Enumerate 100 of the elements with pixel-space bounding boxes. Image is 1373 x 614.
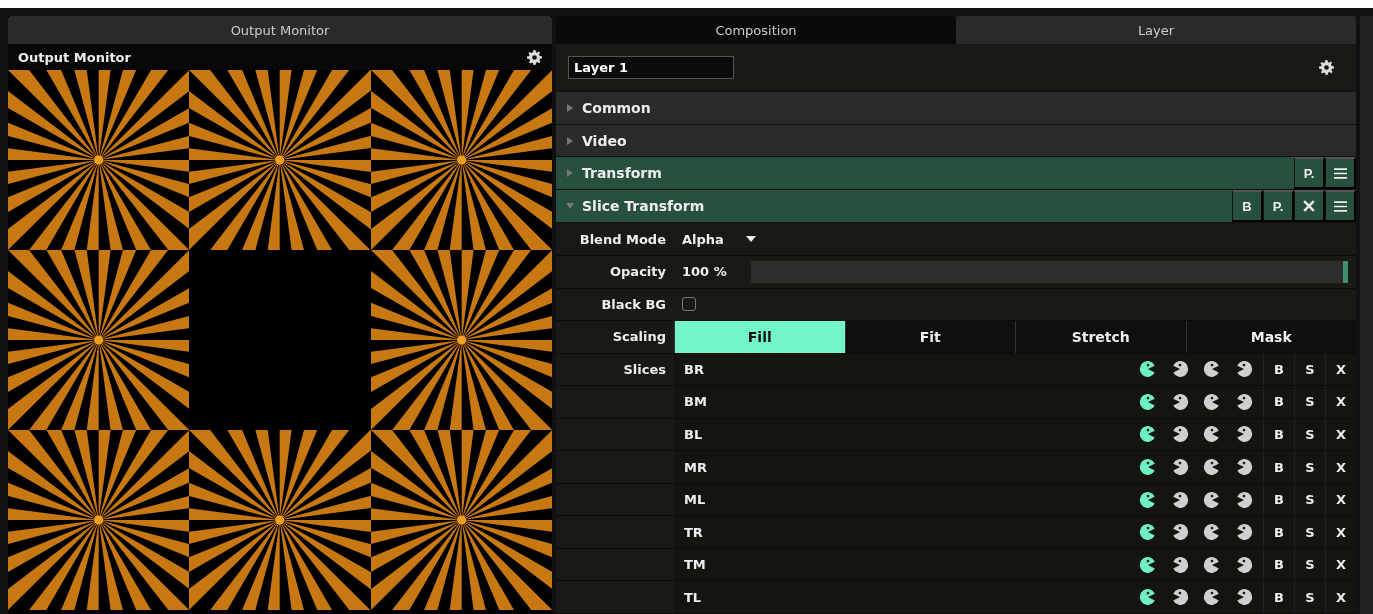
pacman-icon[interactable] [1203,392,1221,411]
pacman-icon[interactable] [1171,360,1189,379]
slice-row[interactable]: TR B S X [674,516,1356,548]
panel-tab[interactable]: Composition [556,16,956,44]
slice-row[interactable]: ML B S X [674,483,1356,516]
scaling-option[interactable]: Stretch [1015,321,1186,353]
settings-icon[interactable] [1319,60,1334,76]
pacman-icon[interactable] [1139,588,1157,607]
pacman-icon[interactable] [1235,425,1253,444]
scaling-option[interactable]: Mask [1185,321,1356,353]
slice-row[interactable]: TL B S X [674,581,1356,613]
slice-button[interactable]: X [1325,483,1356,516]
panel-tab[interactable]: Output Monitor [8,16,552,44]
pacman-icon[interactable] [1171,425,1189,444]
slice-button[interactable]: B [1263,353,1294,386]
pacman-icon[interactable] [1235,555,1253,574]
opacity-slider[interactable] [750,260,1348,283]
pacman-icon[interactable] [1139,392,1157,411]
slice-button[interactable]: X [1325,516,1356,548]
slice-button[interactable]: S [1294,516,1325,548]
slice-button[interactable]: S [1294,353,1325,386]
blend-mode-dropdown[interactable]: Alpha [674,231,756,247]
panel-tab[interactable]: Layer [956,16,1356,44]
section-title: Transform [582,165,662,182]
slice-button[interactable]: B [1263,581,1294,613]
scaling-option[interactable]: Fill [674,321,845,353]
section-title: Slice Transform [582,198,705,215]
section-header[interactable]: Common [556,92,1356,125]
menu-button[interactable] [1325,157,1356,190]
slice-button[interactable]: B [1263,516,1294,548]
slice-row[interactable]: BR B S X [674,353,1356,386]
pacman-icon[interactable] [1235,458,1253,476]
slice-button[interactable]: B [1263,418,1294,451]
slice-button[interactable]: B [1263,483,1294,516]
disclosure-triangle-icon [566,104,574,113]
scaling-option[interactable]: Fit [844,321,1015,353]
menu-button[interactable] [1325,190,1356,223]
pacman-icon[interactable] [1203,588,1221,607]
pacman-icon[interactable] [1235,392,1253,411]
section-title: Common [582,100,651,117]
slice-button[interactable]: B [1263,451,1294,483]
opacity-reading: 100 % [681,264,727,280]
pacman-icon[interactable] [1203,555,1221,574]
pacman-icon[interactable] [1203,425,1221,444]
slice-button[interactable]: B [1263,386,1294,418]
slice-button[interactable]: X [1325,353,1356,386]
pacman-icon[interactable] [1139,360,1157,379]
pacman-icon[interactable] [1171,392,1189,411]
section-title: Video [582,132,627,149]
slice-name: ML [683,492,707,508]
pacman-icon[interactable] [1235,490,1253,509]
section-header[interactable]: Video [556,124,1356,158]
pacman-icon[interactable] [1139,425,1157,444]
slice-row[interactable]: BL B S X [674,418,1356,451]
slice-button[interactable]: S [1294,548,1325,581]
slice-button[interactable]: S [1294,483,1325,516]
slice-button[interactable]: S [1294,451,1325,483]
pacman-icon[interactable] [1203,490,1221,509]
pacman-icon[interactable] [1139,458,1157,476]
layer-name-field[interactable]: Layer 1 [568,56,734,80]
pacman-icon[interactable] [1203,523,1221,542]
param-label: Slices [622,361,667,377]
pacman-icon[interactable] [1203,360,1221,379]
pacman-icon[interactable] [1139,490,1157,509]
section-button[interactable]: B [1232,190,1263,223]
pacman-icon[interactable] [1171,588,1189,607]
param-label: Scaling [611,329,667,345]
pacman-icon[interactable] [1171,523,1189,542]
slice-name: TR [683,524,704,540]
section-button[interactable]: P. [1294,157,1325,190]
pacman-icon[interactable] [1171,555,1189,574]
slice-button[interactable]: B [1263,548,1294,581]
pacman-icon[interactable] [1235,523,1253,542]
slice-row[interactable]: BM B S X [674,386,1356,418]
checkbox[interactable] [682,297,696,312]
section-header[interactable]: Slice Transform B P. [556,190,1356,224]
slice-button[interactable]: X [1325,386,1356,418]
slice-button[interactable]: X [1325,451,1356,483]
slice-button[interactable]: X [1325,548,1356,581]
slice-name: BM [683,394,708,410]
pacman-icon[interactable] [1203,458,1221,476]
pacman-icon[interactable] [1139,555,1157,574]
section-header[interactable]: Transform P. [556,157,1356,191]
disclosure-triangle-icon [566,169,574,178]
pacman-icon[interactable] [1235,360,1253,379]
section-button[interactable]: P. [1263,190,1294,223]
slice-row[interactable]: TM B S X [674,548,1356,581]
slice-button[interactable]: S [1294,418,1325,451]
close-button[interactable] [1294,190,1325,223]
pacman-icon[interactable] [1171,490,1189,509]
slice-button[interactable]: S [1294,581,1325,613]
settings-icon[interactable] [527,49,542,65]
pacman-icon[interactable] [1171,458,1189,476]
slice-button[interactable]: X [1325,581,1356,613]
pacman-icon[interactable] [1235,588,1253,607]
slice-button[interactable]: S [1294,386,1325,418]
slider-thumb[interactable] [1343,260,1348,283]
pacman-icon[interactable] [1139,523,1157,542]
slice-row[interactable]: MR B S X [674,451,1356,483]
slice-button[interactable]: X [1325,418,1356,451]
